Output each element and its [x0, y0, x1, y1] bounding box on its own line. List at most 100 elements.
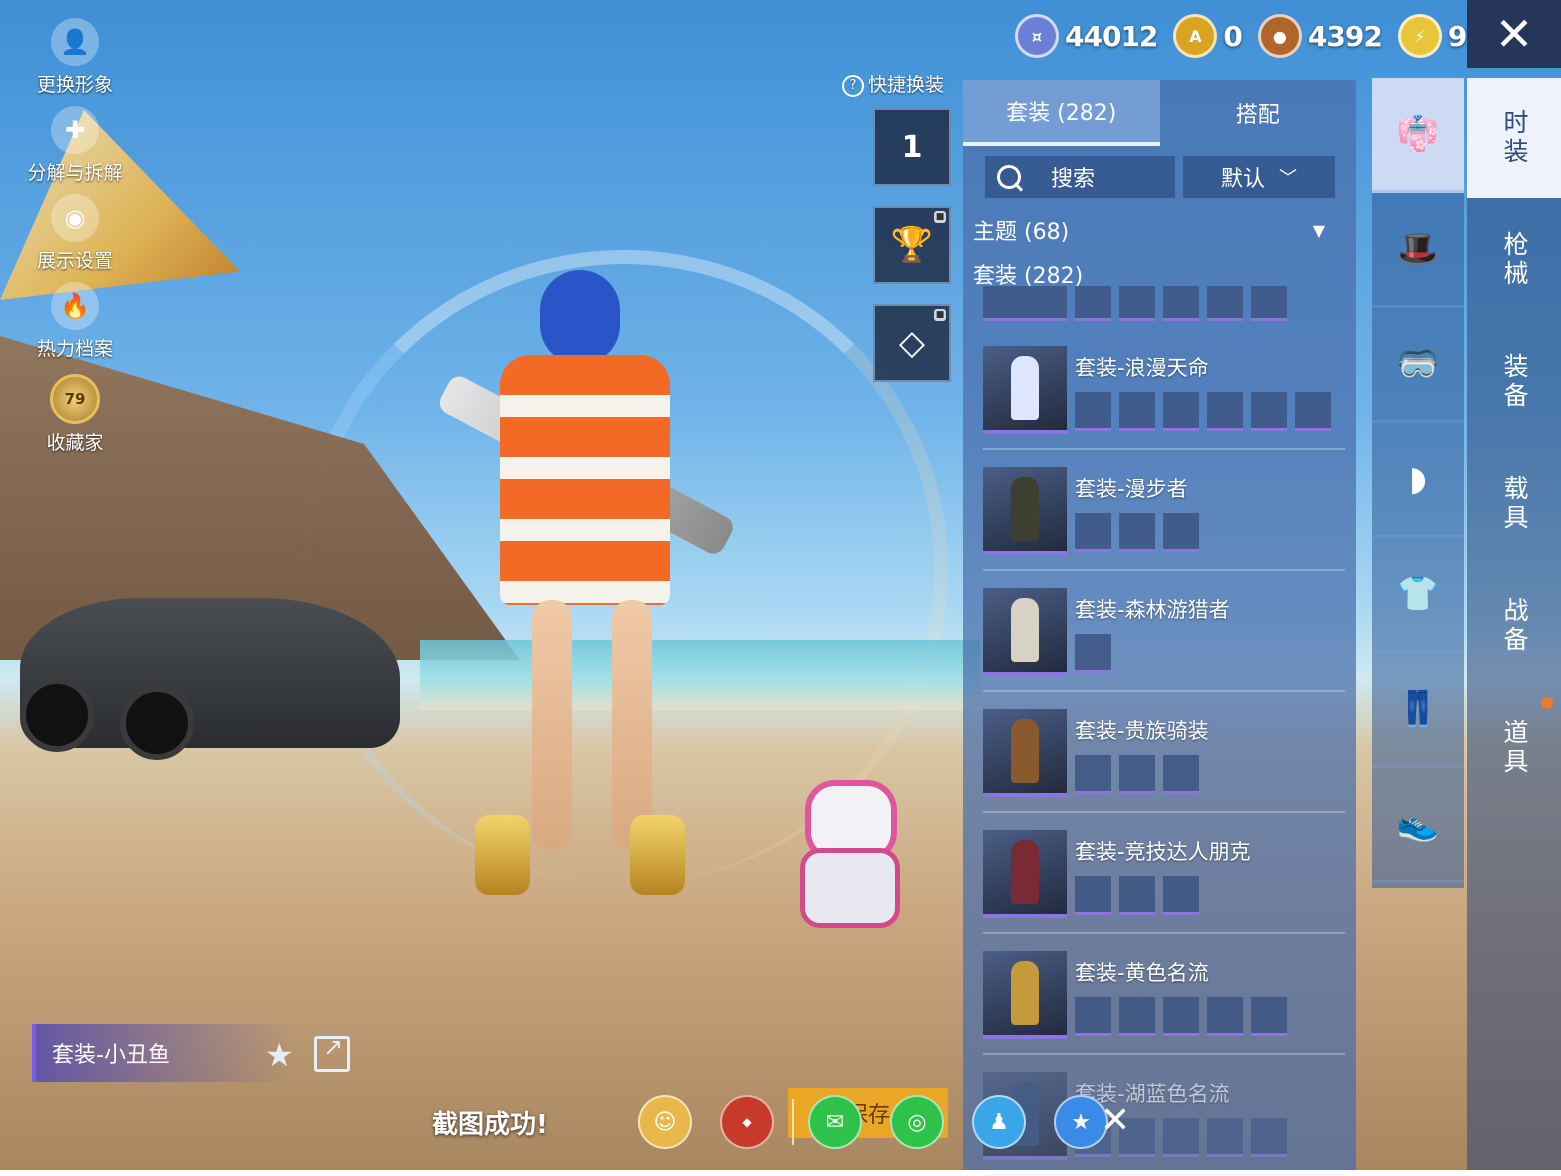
change-avatar-label: 更换形象	[36, 74, 113, 96]
slot-outfit[interactable]: 👘	[1372, 78, 1464, 193]
outfit-part	[1207, 997, 1243, 1036]
search-input[interactable]: 搜索	[985, 156, 1175, 198]
outfit-part	[1251, 286, 1287, 321]
outfit-list-item[interactable]: 套装-浪漫天命	[983, 336, 1345, 450]
wechat-icon[interactable]: ✉	[808, 1095, 862, 1149]
share-close-icon[interactable]: ✕	[1100, 1100, 1130, 1141]
screenshot-toast: 截图成功!	[432, 1110, 548, 1140]
outfit-figure	[1011, 840, 1039, 904]
currency-ag[interactable]: A 0	[1173, 14, 1243, 58]
outfit-icon: 👘	[1396, 114, 1440, 154]
avatar-icon: 👤	[51, 18, 99, 66]
collector-badge-icon: 79	[50, 374, 100, 424]
category-sidebar: 时装 枪械 装备 载具 战备 道具	[1467, 78, 1561, 1170]
tab-outfits[interactable]: 套装 (282)	[963, 80, 1160, 146]
notification-dot	[1541, 697, 1553, 709]
collector-button[interactable]: 79 收藏家	[20, 374, 130, 455]
heat-profile-label: 热力档案	[36, 338, 113, 360]
outfit-parts	[1075, 634, 1119, 673]
robot-pet	[780, 760, 910, 928]
category-equipment[interactable]: 装备	[1467, 322, 1561, 442]
outfit-figure	[1011, 356, 1039, 420]
goggles-icon: 🥽	[1396, 344, 1440, 384]
outfit-list-item[interactable]: 套装-黄色名流	[983, 941, 1345, 1055]
outfit-part	[1163, 876, 1199, 915]
slot-mask[interactable]: ◗	[1372, 423, 1464, 538]
qq-icon[interactable]: ♟	[972, 1095, 1026, 1149]
theme-filter[interactable]: 主题 (68) ▼	[973, 210, 1343, 250]
robot-body	[800, 848, 900, 928]
energy-coin-icon: ⚡	[1397, 14, 1442, 58]
divider	[792, 1099, 794, 1145]
eye-icon: ◉	[51, 194, 99, 242]
slot-pants[interactable]: 👖	[1372, 653, 1464, 768]
character-helmet	[540, 270, 620, 365]
game-logo-icon[interactable]: ◆	[720, 1095, 774, 1149]
outfit-parts	[1075, 876, 1207, 915]
outfit-part	[1075, 513, 1111, 552]
car-wheel	[20, 678, 94, 752]
category-vehicles[interactable]: 载具	[1467, 444, 1561, 564]
currency-uc[interactable]: ¤ 44012	[1015, 14, 1158, 58]
outfit-list-item[interactable]: 套装-森林游猎者	[983, 578, 1345, 692]
character-leg	[612, 600, 652, 850]
currency-value: 4392	[1307, 19, 1383, 53]
change-avatar-button[interactable]: 👤 更换形象	[20, 18, 130, 97]
category-combat-prep[interactable]: 战备	[1467, 566, 1561, 686]
outfit-thumbnail	[983, 951, 1067, 1039]
puzzle-icon: ✚	[51, 106, 99, 154]
outfit-list-item-partial[interactable]	[983, 286, 1303, 321]
share-icon[interactable]	[314, 1033, 350, 1072]
outfit-part	[1119, 286, 1155, 321]
outfit-parts	[1075, 392, 1339, 431]
quick-switch-slot-2[interactable]: 🏆 ■	[873, 206, 951, 284]
outfit-part	[1119, 755, 1155, 794]
decompose-label: 分解与拆解	[27, 162, 123, 184]
ag-coin-icon: A	[1173, 14, 1218, 58]
outfit-part	[1075, 755, 1111, 794]
sort-dropdown[interactable]: 默认 ﹀	[1183, 156, 1335, 198]
outfit-part	[1075, 286, 1111, 321]
moments-icon[interactable]: ◎	[890, 1095, 944, 1149]
outfit-part	[1075, 997, 1111, 1036]
outfit-thumbnail	[983, 346, 1067, 434]
outfit-list-item[interactable]: 套装-贵族骑装	[983, 699, 1345, 813]
bp-coin-icon: ●	[1257, 14, 1302, 58]
outfit-list-item[interactable]: 套装-竞技达人朋克	[983, 820, 1345, 934]
character-leg	[532, 600, 572, 850]
outfit-part	[1163, 513, 1199, 552]
character-shoe	[630, 815, 685, 895]
quick-switch-slot-1[interactable]: 1	[873, 108, 951, 186]
outfit-part	[1207, 286, 1243, 321]
category-weapons[interactable]: 枪械	[1467, 200, 1561, 320]
slot-top[interactable]: 👕	[1372, 538, 1464, 653]
outfit-part	[1295, 392, 1331, 431]
outfit-name: 套装-浪漫天命	[1075, 356, 1209, 380]
outfit-figure	[1011, 961, 1039, 1025]
trophy-icon: 🏆	[890, 225, 934, 265]
outfit-thumbnail	[983, 286, 1067, 321]
currency-bp[interactable]: ● 4392	[1257, 14, 1383, 58]
slot-eyewear[interactable]: 🥽	[1372, 308, 1464, 423]
theme-label: 主题 (68)	[973, 220, 1070, 245]
slot-shoes[interactable]: 👟	[1372, 768, 1464, 883]
star-icon[interactable]: ★	[265, 1036, 294, 1074]
outfit-thumbnail	[983, 830, 1067, 918]
close-button[interactable]: ✕	[1467, 0, 1561, 68]
category-fashion[interactable]: 时装	[1467, 78, 1561, 198]
search-placeholder: 搜索	[1051, 167, 1096, 192]
decompose-button[interactable]: ✚ 分解与拆解	[20, 106, 130, 185]
display-settings-button[interactable]: ◉ 展示设置	[20, 194, 130, 273]
heat-profile-button[interactable]: 🔥 热力档案	[20, 282, 130, 361]
outfit-name: 套装-竞技达人朋克	[1075, 840, 1251, 864]
flame-icon: 🔥	[51, 282, 99, 330]
profile-share-icon[interactable]: ☺	[638, 1095, 692, 1149]
slot-headwear[interactable]: 🎩	[1372, 193, 1464, 308]
outfit-name: 套装-贵族骑装	[1075, 719, 1209, 743]
outfit-list-item[interactable]: 套装-漫步者	[983, 457, 1345, 571]
tab-mix[interactable]: 搭配	[1160, 80, 1357, 146]
shoe-icon: 👟	[1396, 804, 1440, 844]
outfit-thumbnail	[983, 709, 1067, 797]
quick-switch-title[interactable]: ? 快捷换装	[842, 70, 944, 97]
quick-switch-slot-3[interactable]: ◇ ■	[873, 304, 951, 382]
